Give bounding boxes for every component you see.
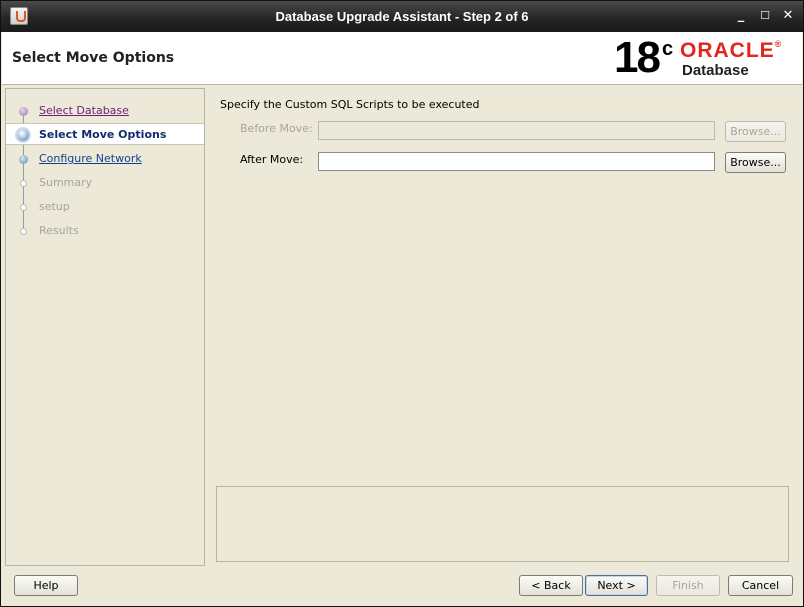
page-header: Select Move Options 18 c ORACLE® Databas…: [2, 32, 802, 85]
window-title: Database Upgrade Assistant - Step 2 of 6: [275, 9, 529, 24]
step-pending-icon: [20, 180, 27, 187]
nav-step-label[interactable]: Select Database: [39, 104, 129, 117]
before-move-browse-button: Browse...: [725, 121, 786, 142]
nav-step-label: Summary: [39, 176, 93, 189]
step-pending-icon: [20, 228, 27, 235]
minimize-button[interactable]: _: [732, 7, 750, 25]
logo-product: Database: [682, 62, 749, 79]
help-button[interactable]: Help: [14, 575, 78, 596]
step-next-icon: [19, 155, 28, 164]
nav-step-select-move-options[interactable]: Select Move Options: [6, 123, 204, 145]
nav-step-label: setup: [39, 200, 70, 213]
step-pending-icon: [20, 204, 27, 211]
before-move-label: Before Move:: [240, 122, 313, 135]
nav-step-select-database[interactable]: Select Database: [6, 100, 204, 122]
step-visited-icon: [19, 107, 28, 116]
dbua-window: Database Upgrade Assistant - Step 2 of 6…: [0, 0, 804, 607]
back-button[interactable]: < Back: [519, 575, 583, 596]
custom-scripts-heading: Specify the Custom SQL Scripts to be exe…: [220, 98, 480, 111]
logo-brand: ORACLE®: [680, 39, 782, 63]
logo-registered-mark: ®: [774, 39, 783, 49]
nav-step-label: Select Move Options: [39, 128, 167, 141]
logo-brand-name: ORACLE: [680, 39, 775, 62]
before-move-input: [318, 121, 715, 140]
nav-step-summary: Summary: [6, 172, 204, 194]
nav-step-results: Results: [6, 220, 204, 242]
nav-step-label: Results: [39, 224, 79, 237]
finish-button: Finish: [656, 575, 720, 596]
nav-step-configure-network[interactable]: Configure Network: [6, 148, 204, 170]
page-title: Select Move Options: [12, 50, 175, 66]
message-panel: [216, 486, 789, 562]
step-current-icon: [17, 129, 29, 141]
logo-version: 18: [614, 33, 661, 82]
footer-bar: Help < Back Next > Finish Cancel: [2, 569, 802, 606]
main-content: Specify the Custom SQL Scripts to be exe…: [209, 88, 801, 566]
maximize-button[interactable]: ☐: [756, 7, 774, 25]
steps-navigation: Select Database Select Move Options Conf…: [5, 88, 205, 566]
title-bar[interactable]: Database Upgrade Assistant - Step 2 of 6…: [1, 1, 803, 32]
nav-step-label[interactable]: Configure Network: [39, 152, 142, 165]
after-move-input[interactable]: [318, 152, 715, 171]
logo-version-suffix: c: [662, 38, 674, 60]
close-button[interactable]: ✕: [779, 7, 797, 25]
nav-step-setup: setup: [6, 196, 204, 218]
next-button[interactable]: Next >: [585, 575, 648, 596]
after-move-browse-button[interactable]: Browse...: [725, 152, 786, 173]
cancel-button[interactable]: Cancel: [728, 575, 793, 596]
oracle-database-logo: 18 c ORACLE® Database: [612, 33, 792, 83]
after-move-label: After Move:: [240, 153, 304, 166]
